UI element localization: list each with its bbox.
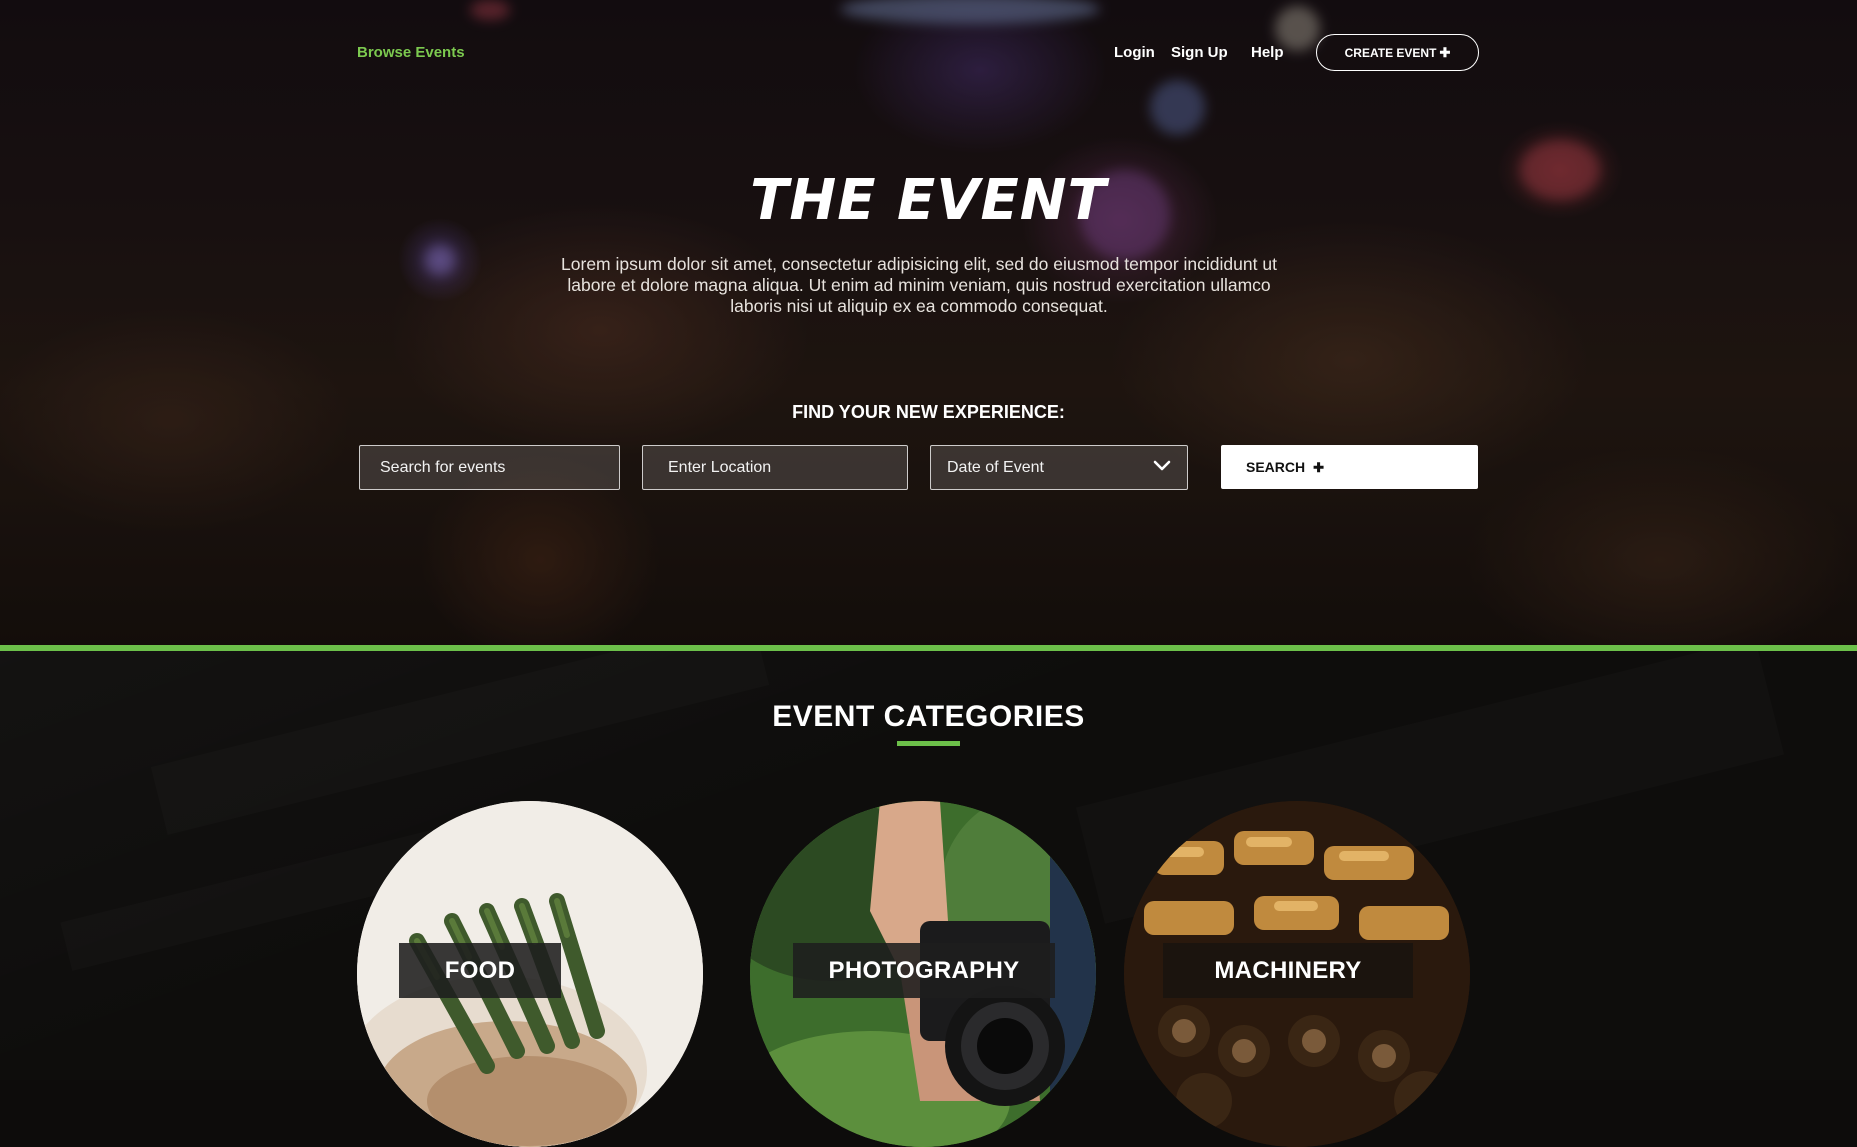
search-heading: FIND YOUR NEW EXPERIENCE: xyxy=(792,402,1065,422)
help-link[interactable]: Help xyxy=(1251,44,1284,61)
category-label: PHOTOGRAPHY xyxy=(793,943,1055,998)
categories-underline xyxy=(897,741,960,746)
plus-icon: ✚ xyxy=(1439,45,1451,60)
hero-background xyxy=(0,0,1857,645)
location-input[interactable] xyxy=(642,445,908,490)
search-events-input[interactable] xyxy=(359,445,620,490)
chevron-down-icon xyxy=(1153,459,1171,477)
category-photography[interactable]: PHOTOGRAPHY xyxy=(750,801,1096,1147)
hero-overlay xyxy=(0,0,1857,645)
plus-icon: ✚ xyxy=(1313,459,1325,475)
category-machinery[interactable]: MACHINERY xyxy=(1124,801,1470,1147)
category-label: FOOD xyxy=(399,943,561,998)
date-select-value: Date of Event xyxy=(947,458,1044,476)
search-button-label: SEARCH xyxy=(1246,459,1306,475)
create-event-button[interactable]: CREATE EVENT ✚ xyxy=(1316,34,1479,71)
signup-link[interactable]: Sign Up xyxy=(1171,44,1228,61)
page-title: THE EVENT xyxy=(750,168,1107,233)
date-select[interactable]: Date of Event xyxy=(930,445,1188,490)
create-event-label: CREATE EVENT xyxy=(1344,45,1437,60)
search-button[interactable]: SEARCH ✚ xyxy=(1221,445,1478,489)
login-link[interactable]: Login xyxy=(1114,44,1155,61)
category-food[interactable]: FOOD xyxy=(357,801,703,1147)
category-label: MACHINERY xyxy=(1163,943,1413,998)
hero-description: Lorem ipsum dolor sit amet, consectetur … xyxy=(561,254,1277,316)
categories-title: EVENT CATEGORIES xyxy=(772,700,1085,733)
browse-events-link[interactable]: Browse Events xyxy=(357,44,465,61)
